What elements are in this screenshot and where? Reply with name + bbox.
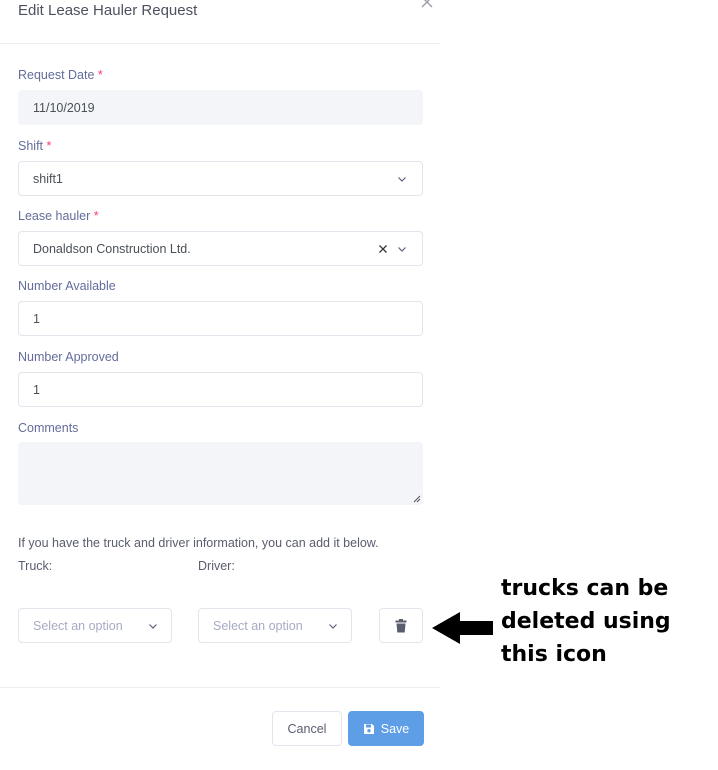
- number-approved-label: Number Approved: [18, 350, 119, 364]
- chevron-down-icon: [329, 623, 337, 629]
- trash-icon: [395, 618, 407, 632]
- footer-divider: [0, 687, 440, 688]
- truck-select[interactable]: Select an option: [18, 608, 172, 643]
- save-icon: [363, 723, 374, 734]
- request-date-input[interactable]: 11/10/2019: [18, 90, 423, 125]
- number-available-value: 1: [33, 311, 40, 326]
- driver-label: Driver:: [198, 559, 235, 573]
- truck-placeholder: Select an option: [33, 618, 123, 633]
- driver-select[interactable]: Select an option: [198, 608, 352, 643]
- modal-title: Edit Lease Hauler Request: [18, 2, 198, 19]
- comments-label: Comments: [18, 421, 79, 435]
- truck-label: Truck:: [18, 559, 53, 573]
- chevron-down-icon: [398, 246, 406, 252]
- request-date-label: Request Date *: [18, 68, 103, 82]
- number-approved-value: 1: [33, 382, 40, 397]
- truck-driver-hint: If you have the truck and driver informa…: [18, 536, 379, 550]
- number-available-input[interactable]: 1: [18, 301, 423, 336]
- resize-grip-icon[interactable]: [413, 495, 421, 503]
- annotation-text: trucks can be deleted using this icon: [501, 576, 671, 667]
- shift-value: shift1: [33, 171, 63, 186]
- delete-truck-button[interactable]: [379, 608, 423, 643]
- save-button[interactable]: Save: [348, 711, 424, 746]
- cancel-button[interactable]: Cancel: [272, 711, 342, 746]
- cancel-label: Cancel: [287, 721, 327, 736]
- header-divider: [0, 43, 440, 44]
- chevron-down-icon: [149, 623, 157, 629]
- close-icon[interactable]: [419, 0, 435, 10]
- arrow-left-icon: [432, 612, 493, 644]
- request-date-value: 11/10/2019: [33, 100, 95, 115]
- lease-hauler-label: Lease hauler *: [18, 209, 99, 223]
- shift-select[interactable]: shift1: [18, 161, 423, 196]
- number-available-label: Number Available: [18, 279, 116, 293]
- lease-hauler-select[interactable]: Donaldson Construction Ltd.: [18, 231, 423, 266]
- chevron-down-icon: [398, 176, 406, 182]
- clear-icon[interactable]: [378, 244, 388, 254]
- driver-placeholder: Select an option: [213, 618, 303, 633]
- comments-textarea[interactable]: [18, 442, 423, 505]
- save-label: Save: [380, 721, 410, 736]
- number-approved-input[interactable]: 1: [18, 372, 423, 407]
- shift-label: Shift *: [18, 139, 52, 153]
- edit-lease-hauler-modal: Edit Lease Hauler Request Request Date *…: [0, 0, 440, 770]
- lease-hauler-value: Donaldson Construction Ltd.: [33, 241, 191, 256]
